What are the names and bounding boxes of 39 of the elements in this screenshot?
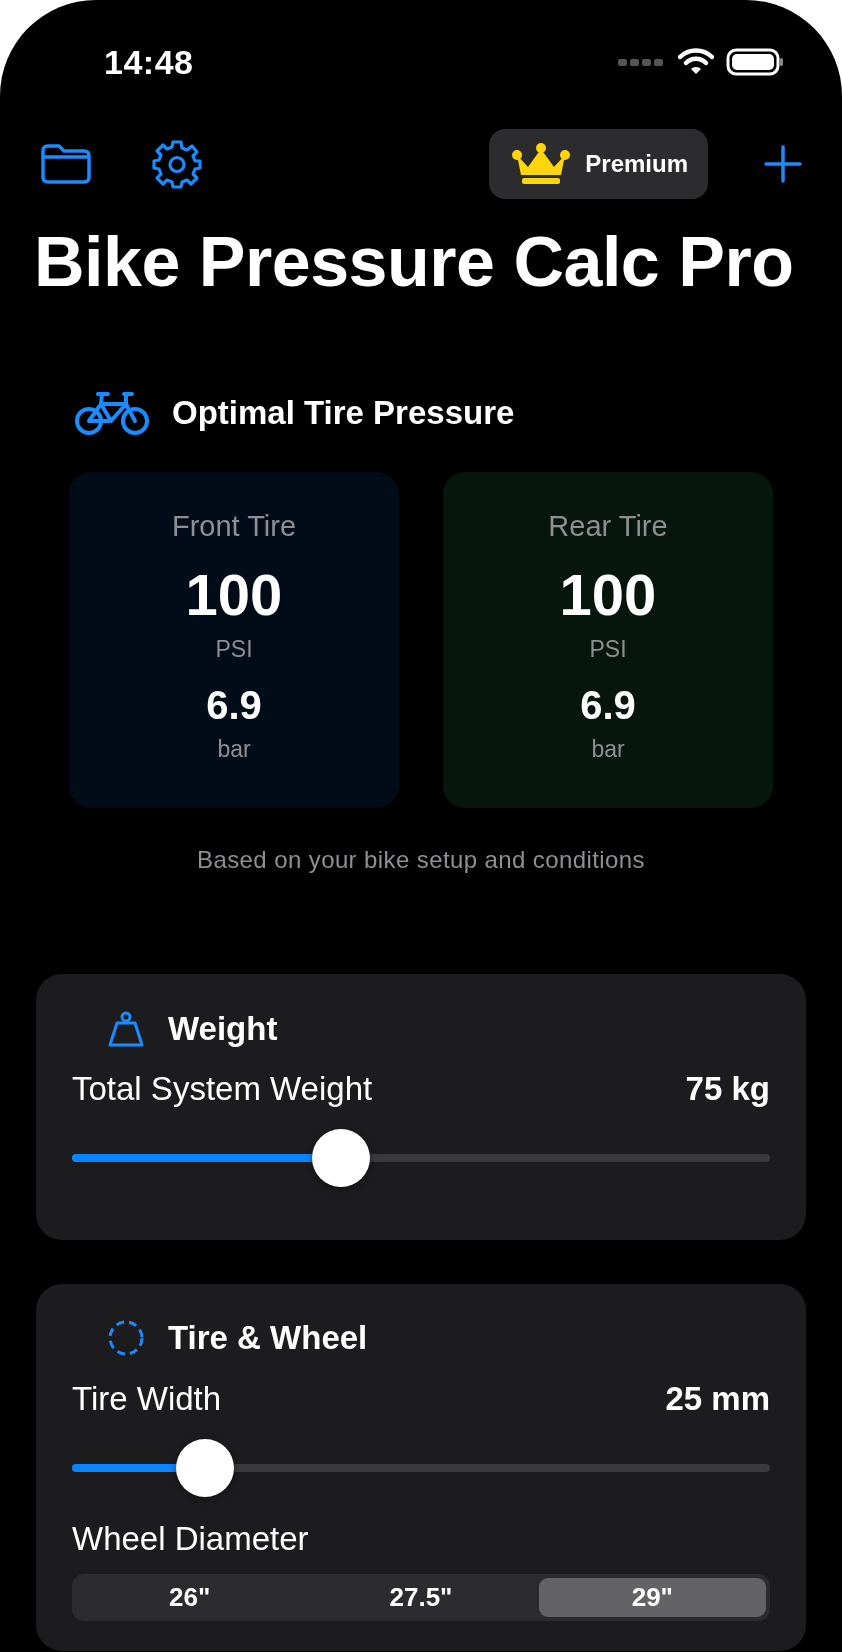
tire-label: Rear Tire <box>548 510 668 543</box>
slider-value: 25 mm <box>665 1380 770 1418</box>
tire-label: Front Tire <box>171 510 297 543</box>
slider[interactable] <box>72 1438 770 1498</box>
psi-value: 100 <box>559 561 657 628</box>
status-time: 14:48 <box>104 42 194 82</box>
battery-icon <box>726 48 784 76</box>
segment-label: Wheel Diameter <box>72 1520 310 1558</box>
weight-icon <box>106 1011 146 1047</box>
slider-thumb[interactable] <box>311 1129 370 1187</box>
folder-icon[interactable] <box>40 143 92 185</box>
section-heading: Optimal Tire Pressure <box>172 394 515 432</box>
bar-value: 6.9 <box>206 683 262 728</box>
card-title: Tire & Wheel <box>168 1319 368 1357</box>
wifi-icon <box>678 48 714 76</box>
crown-icon <box>511 143 572 185</box>
slider[interactable] <box>72 1128 770 1188</box>
psi-value: 100 <box>185 561 283 628</box>
bar-unit: bar <box>217 736 251 763</box>
page-title: Bike Pressure Calc Pro <box>34 222 795 302</box>
segment-option[interactable]: 27.5" <box>307 1578 535 1617</box>
bar-unit: bar <box>591 736 625 763</box>
slider-thumb[interactable] <box>175 1439 234 1497</box>
bicycle-icon <box>74 390 150 436</box>
dashed-circle-icon <box>106 1318 146 1358</box>
note-text: Based on your bike setup and conditions <box>196 846 646 874</box>
premium-button[interactable]: Premium <box>489 129 708 199</box>
add-icon[interactable] <box>764 145 802 183</box>
slider-value: 75 kg <box>685 1070 770 1108</box>
slider-label: Total System Weight <box>72 1070 373 1108</box>
card-title: Weight <box>168 1010 278 1048</box>
psi-unit: PSI <box>215 636 253 663</box>
psi-unit: PSI <box>589 636 627 663</box>
segment-option[interactable]: 26" <box>76 1578 304 1617</box>
settings-icon[interactable] <box>152 139 202 189</box>
slider-label: Tire Width <box>72 1380 222 1418</box>
signal-icon <box>618 57 666 67</box>
bar-value: 6.9 <box>580 683 636 728</box>
segment-option[interactable]: 29" <box>538 1578 766 1617</box>
